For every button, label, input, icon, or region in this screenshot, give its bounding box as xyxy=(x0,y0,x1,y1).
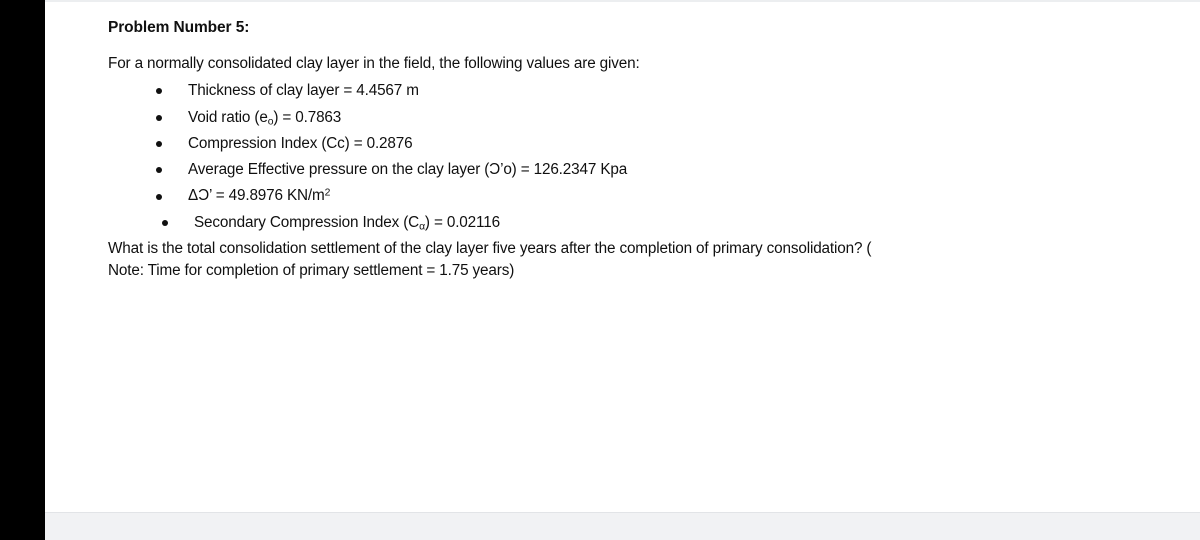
question-note-line: Note: Time for completion of primary set… xyxy=(108,261,515,279)
intro-paragraph: For a normally consolidated clay layer i… xyxy=(108,54,640,72)
list-item-label-post: ) = 0.02116 xyxy=(424,213,500,231)
page-title: Problem Number 5: xyxy=(108,19,250,36)
list-item-average-effective-pressure: Average Effective pressure on the clay l… xyxy=(108,157,1148,183)
list-item-label: Average Effective pressure on the clay l… xyxy=(188,161,628,179)
list-item-label: Compression Index (Cc) = 0.2876 xyxy=(188,134,413,152)
document-page: Problem Number 5: For a normally consoli… xyxy=(45,2,1200,510)
list-item-compression-index: Compression Index (Cc) = 0.2876 xyxy=(108,131,1148,157)
list-item-thickness: Thickness of clay layer = 4.4567 m xyxy=(108,78,1148,104)
list-item-label-post: ) = 0.7863 xyxy=(273,108,342,126)
bullet-dot-icon xyxy=(162,219,168,226)
list-item-secondary-compression-index: Secondary Compression Index (Cα) = 0.021… xyxy=(108,210,1148,236)
list-item-label-pre: Secondary Compression Index (C xyxy=(194,213,420,231)
list-item-void-ratio: Void ratio (eo) = 0.7863 xyxy=(108,105,1148,131)
bottom-status-band xyxy=(45,512,1200,540)
document-content: Problem Number 5: For a normally consoli… xyxy=(108,19,1148,281)
left-gutter-strip xyxy=(0,0,45,540)
bullet-dot-icon xyxy=(156,167,162,174)
bullet-dot-icon xyxy=(156,114,162,121)
question-paragraph: What is the total consolidation settleme… xyxy=(108,238,1143,281)
superscript-square: 2 xyxy=(324,188,331,200)
list-item-delta-sigma: ΔƆ’ = 49.8976 KN/m2 xyxy=(108,183,1148,209)
given-values-list: Thickness of clay layer = 4.4567 m Void … xyxy=(108,78,1148,236)
bullet-dot-icon xyxy=(156,88,162,95)
question-line-1: What is the total consolidation settleme… xyxy=(108,240,872,258)
screenshot-root: Problem Number 5: For a normally consoli… xyxy=(0,0,1200,540)
bullet-dot-icon xyxy=(156,193,162,200)
bullet-dot-icon xyxy=(156,140,162,147)
list-item-label-pre: ΔƆ’ = 49.8976 KN/m xyxy=(188,187,325,205)
list-item-label-pre: Void ratio (e xyxy=(188,108,268,126)
list-item-label: Thickness of clay layer = 4.4567 m xyxy=(188,82,419,100)
